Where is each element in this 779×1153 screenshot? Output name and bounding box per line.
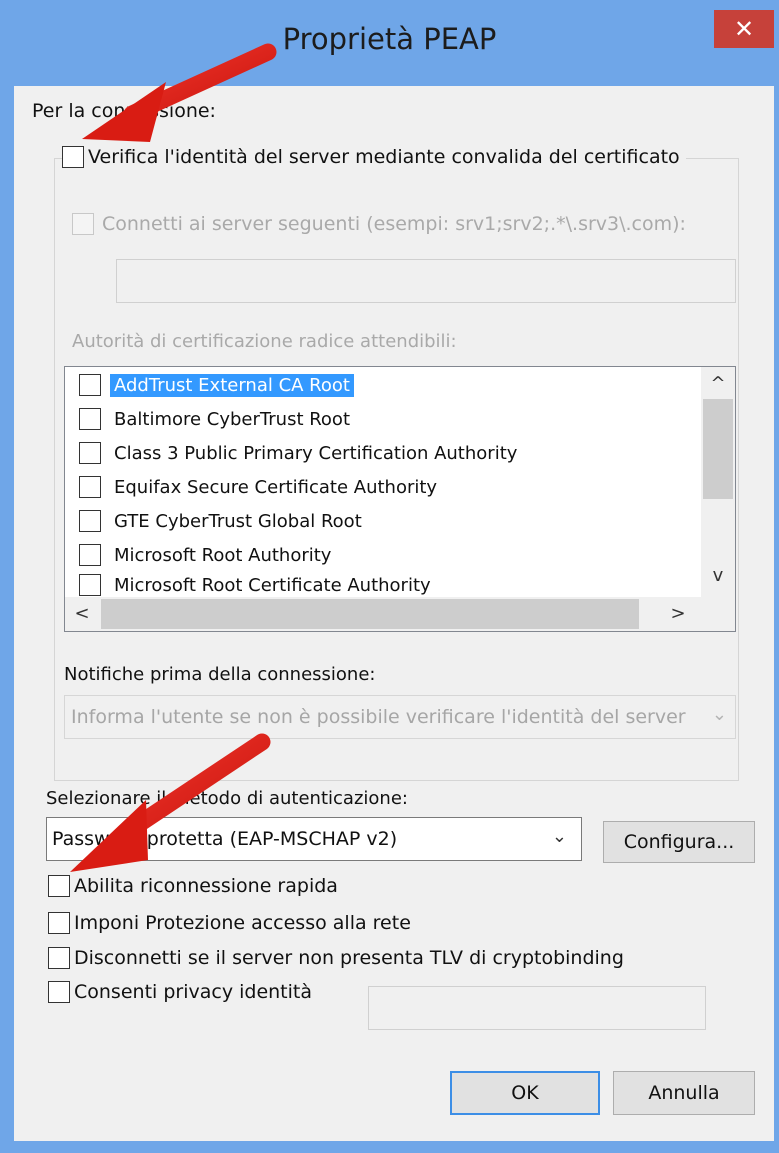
cancel-button[interactable]: Annulla	[613, 1071, 755, 1115]
scroll-left-icon[interactable]: <	[67, 603, 97, 624]
cryptobinding-label: Disconnetti se il server non presenta TL…	[74, 947, 624, 969]
auth-method-label: Selezionare il metodo di autenticazione:	[46, 788, 408, 809]
vertical-scroll-thumb[interactable]	[703, 399, 733, 499]
auth-method-select[interactable]: Password protetta (EAP-MSCHAP v2) ⌄	[46, 817, 582, 861]
ca-label: Baltimore CyberTrust Root	[114, 408, 351, 430]
ca-list-item[interactable]: Class 3 Public Primary Certification Aut…	[79, 438, 521, 468]
horizontal-scrollbar[interactable]: < >	[65, 597, 701, 631]
scrollbar-corner	[701, 597, 735, 631]
ca-list-item[interactable]: GTE CyberTrust Global Root	[79, 506, 366, 536]
servers-input[interactable]	[116, 259, 736, 303]
configure-button[interactable]: Configura...	[603, 821, 755, 863]
fast-reconnect-label: Abilita riconnessione rapida	[74, 875, 338, 897]
connect-servers-checkbox[interactable]	[72, 213, 94, 235]
ca-checkbox[interactable]	[79, 510, 101, 532]
ca-list-item[interactable]: Microsoft Root Authority	[79, 540, 335, 570]
nap-option[interactable]: Imponi Protezione accesso alla rete	[48, 912, 411, 934]
connection-heading: Per la connessione:	[32, 100, 216, 122]
verify-server-option[interactable]: Verifica l'identità del server mediante …	[62, 146, 686, 168]
ca-label: Microsoft Root Authority	[114, 544, 332, 566]
close-icon: ✕	[733, 15, 755, 43]
dialog-client-area: Per la connessione: Verifica l'identità …	[14, 86, 774, 1141]
ca-label: Equifax Secure Certificate Authority	[114, 476, 438, 498]
close-button[interactable]: ✕	[714, 10, 774, 48]
fast-reconnect-option[interactable]: Abilita riconnessione rapida	[48, 875, 338, 897]
cryptobinding-checkbox[interactable]	[48, 947, 70, 969]
fast-reconnect-checkbox[interactable]	[48, 875, 70, 897]
ca-checkbox[interactable]	[79, 374, 101, 396]
scroll-right-icon[interactable]: >	[663, 603, 693, 624]
horizontal-scroll-thumb[interactable]	[101, 599, 639, 629]
peap-properties-window: Proprietà PEAP ✕ Per la connessione: Ver…	[0, 0, 779, 1153]
ca-list-item[interactable]: Equifax Secure Certificate Authority	[79, 472, 441, 502]
scroll-up-icon[interactable]: ^	[703, 373, 733, 394]
ca-list-item[interactable]: Baltimore CyberTrust Root	[79, 404, 354, 434]
chevron-down-icon: ⌄	[551, 826, 567, 847]
connect-servers-option[interactable]: Connetti ai server seguenti (esempi: srv…	[72, 213, 686, 235]
nap-checkbox[interactable]	[48, 912, 70, 934]
auth-method-value: Password protetta (EAP-MSCHAP v2)	[52, 828, 398, 850]
nap-label: Imponi Protezione accesso alla rete	[74, 912, 411, 934]
verify-server-label: Verifica l'identità del server mediante …	[88, 146, 680, 168]
chevron-down-icon: ⌄	[711, 704, 727, 725]
notify-label: Notifiche prima della connessione:	[64, 664, 376, 685]
vertical-scrollbar[interactable]: ^ v	[701, 367, 735, 597]
ca-checkbox[interactable]	[79, 442, 101, 464]
ca-list-item[interactable]: Microsoft Root Certificate Authority	[79, 574, 435, 596]
identity-privacy-checkbox[interactable]	[48, 981, 70, 1003]
window-title: Proprietà PEAP	[282, 22, 497, 56]
trusted-ca-listbox[interactable]: AddTrust External CA Root Baltimore Cybe…	[64, 366, 736, 632]
notify-select[interactable]: Informa l'utente se non è possibile veri…	[64, 695, 736, 739]
ca-checkbox[interactable]	[79, 574, 101, 596]
ca-list-item[interactable]: AddTrust External CA Root	[79, 370, 354, 400]
title-bar[interactable]: Proprietà PEAP ✕	[0, 0, 779, 86]
ca-label: Microsoft Root Certificate Authority	[114, 575, 431, 596]
ca-label: AddTrust External CA Root	[110, 373, 354, 397]
ca-checkbox[interactable]	[79, 544, 101, 566]
cryptobinding-option[interactable]: Disconnetti se il server non presenta TL…	[48, 947, 624, 969]
ca-label: GTE CyberTrust Global Root	[114, 510, 362, 532]
trusted-ca-label: Autorità di certificazione radice attend…	[72, 331, 457, 352]
connect-servers-label: Connetti ai server seguenti (esempi: srv…	[102, 213, 686, 235]
ok-button[interactable]: OK	[450, 1071, 600, 1115]
identity-privacy-input[interactable]	[368, 986, 706, 1030]
ca-checkbox[interactable]	[79, 476, 101, 498]
ca-checkbox[interactable]	[79, 408, 101, 430]
verify-server-checkbox[interactable]	[62, 146, 84, 168]
scroll-down-icon[interactable]: v	[703, 565, 733, 586]
ca-label: Class 3 Public Primary Certification Aut…	[114, 442, 518, 464]
identity-privacy-label: Consenti privacy identità	[74, 981, 312, 1003]
notify-select-value: Informa l'utente se non è possibile veri…	[71, 706, 686, 728]
identity-privacy-option[interactable]: Consenti privacy identità	[48, 981, 312, 1003]
